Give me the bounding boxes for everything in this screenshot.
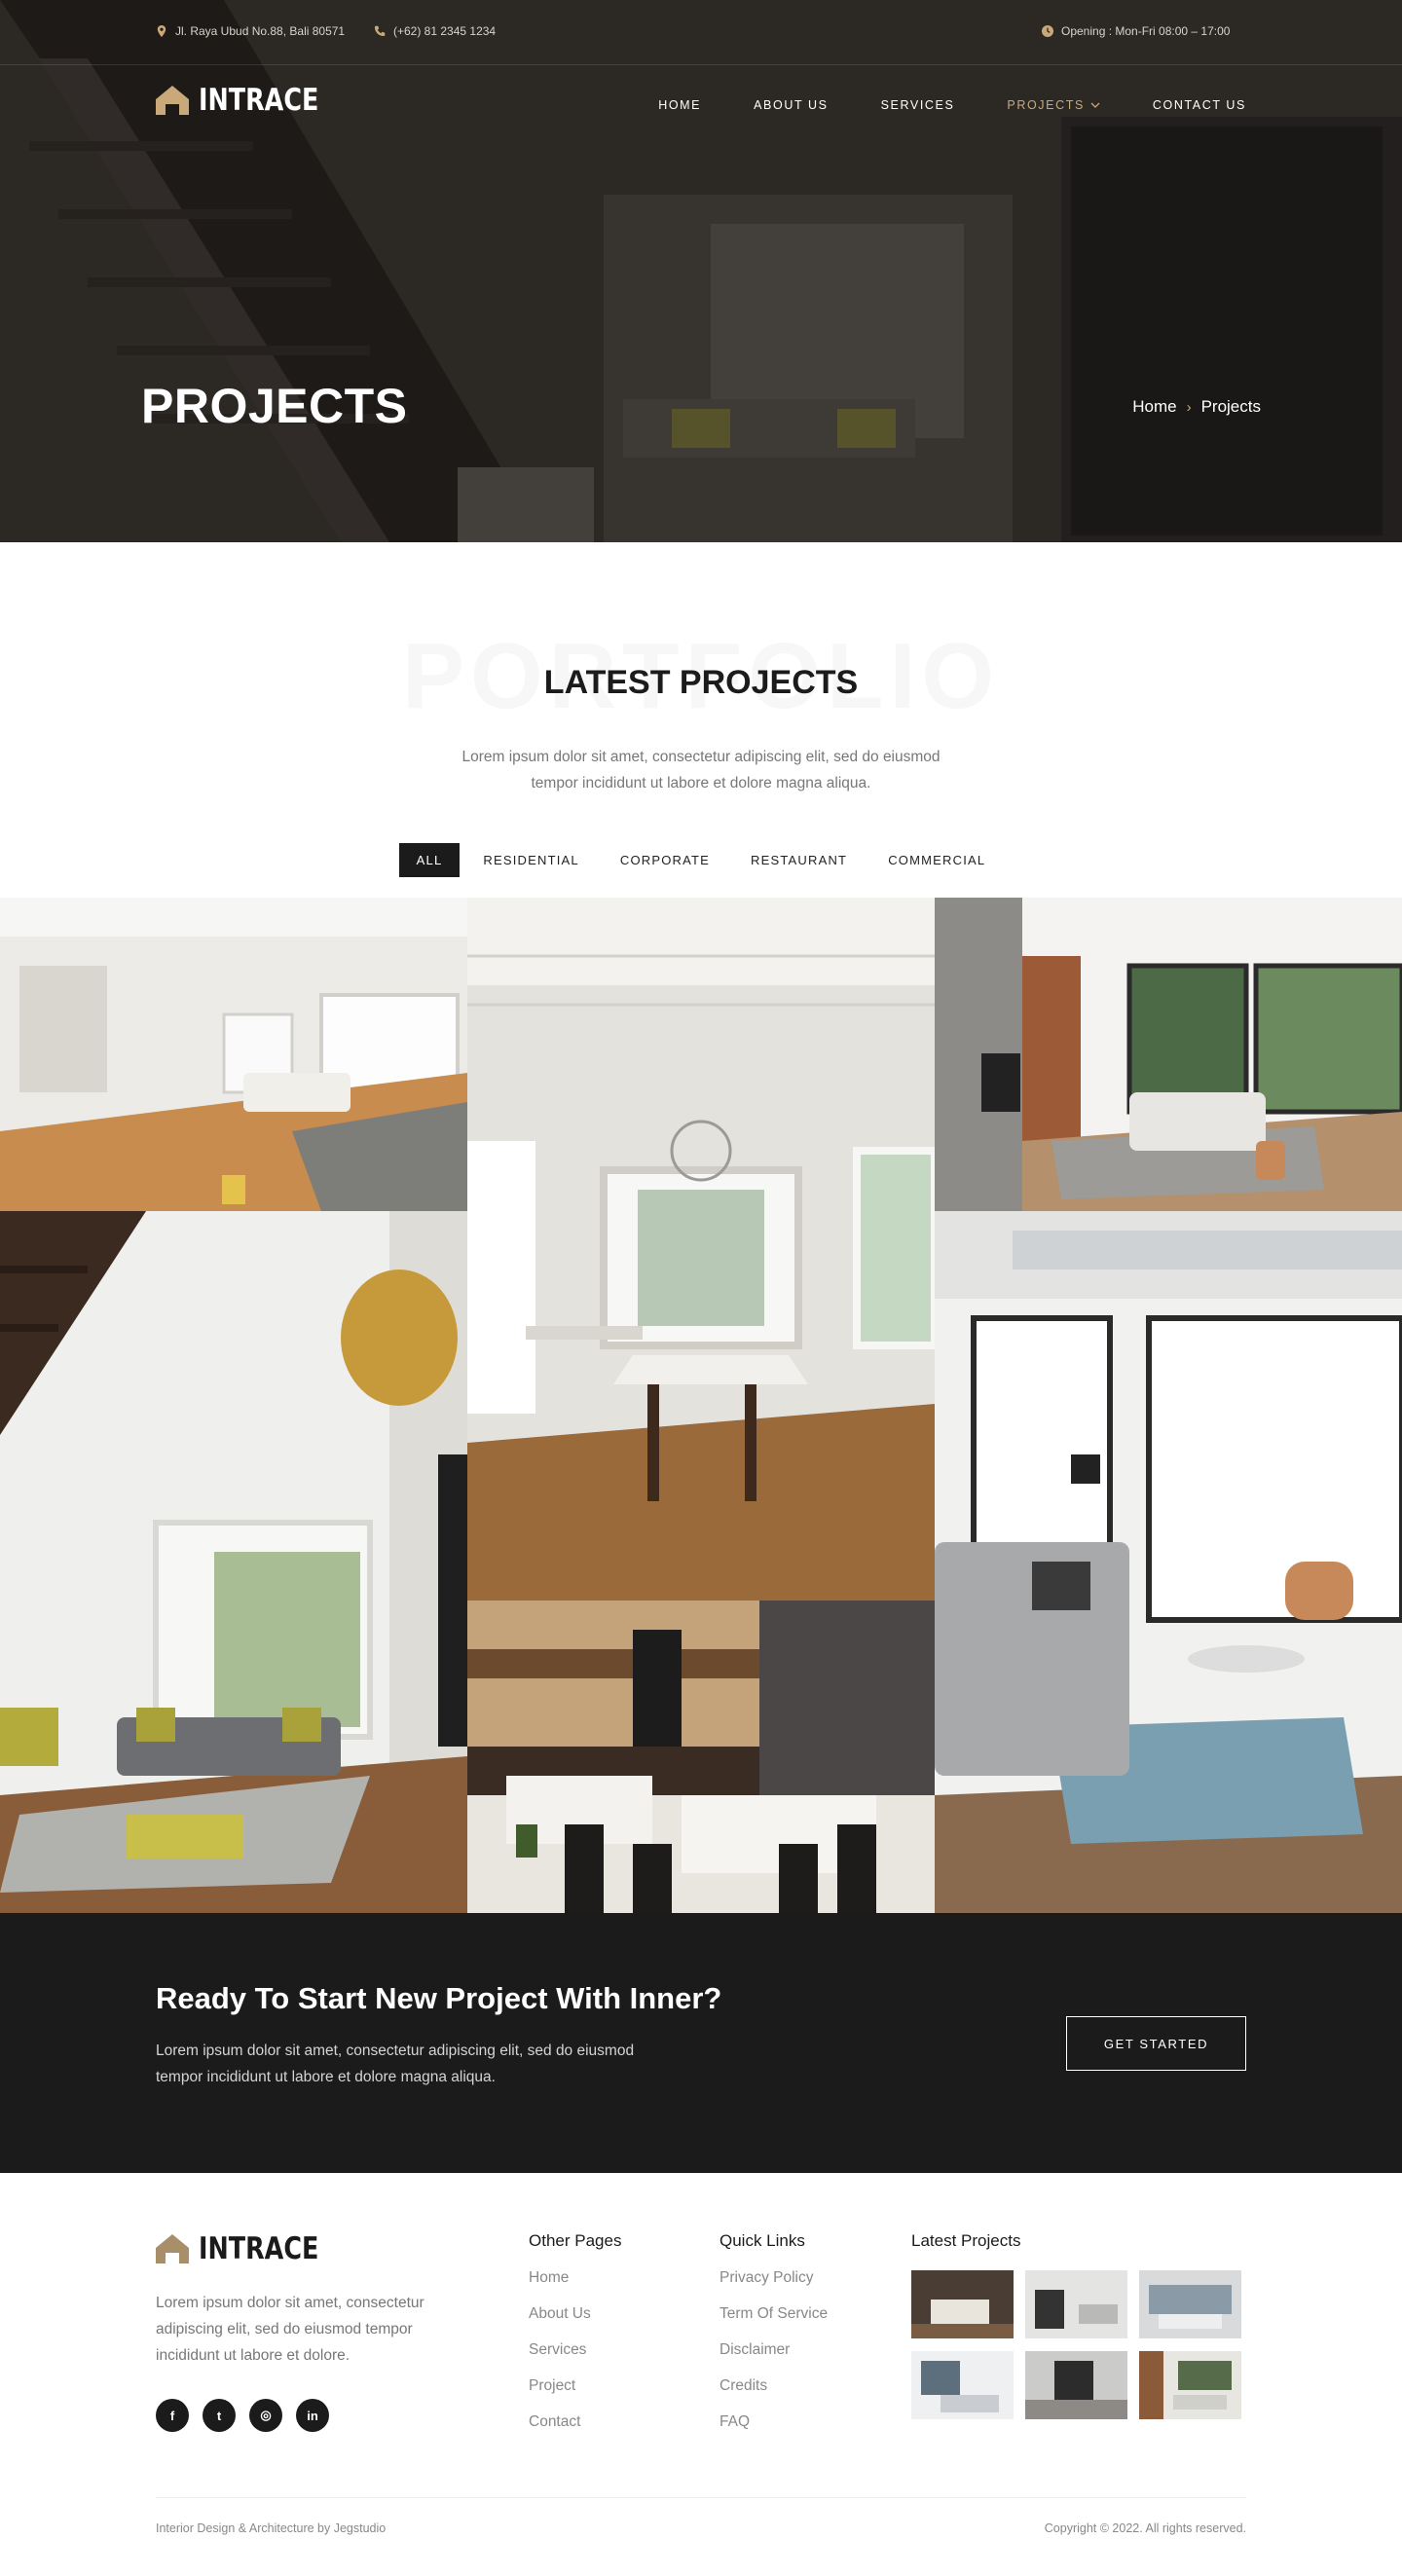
footer-about-text: Lorem ipsum dolor sit amet, consectetur … <box>156 2295 424 2364</box>
footer-quick-links-title: Quick Links <box>719 2231 805 2250</box>
project-tile-3[interactable] <box>935 898 1402 1211</box>
chevron-right-icon: › <box>1186 398 1192 416</box>
footer-other-pages-title: Other Pages <box>529 2231 622 2250</box>
project-image <box>935 898 1402 1211</box>
address-text: Jl. Raya Ubud No.88, Bali 80571 <box>175 24 346 38</box>
footer-project-thumb[interactable] <box>1139 2351 1241 2419</box>
nav-item-contact-us[interactable]: CONTACT US <box>1153 98 1246 112</box>
phone-icon <box>374 25 386 36</box>
breadcrumb-home-link[interactable]: Home <box>1132 397 1176 417</box>
breadcrumb-current: Projects <box>1200 397 1261 416</box>
footer-project-thumb[interactable] <box>1025 2351 1127 2419</box>
footer-quick-links: Quick Links Privacy Policy Term Of Servi… <box>719 2231 828 2448</box>
footer-copyright: Copyright © 2022. All rights reserved. <box>1044 2521 1246 2535</box>
project-image <box>467 1601 935 1913</box>
footer-credit: Interior Design & Architecture by Jegstu… <box>156 2521 387 2535</box>
cta-text: Lorem ipsum dolor sit amet, consectetur … <box>156 2042 635 2085</box>
footer-project-thumb[interactable] <box>1025 2270 1127 2338</box>
project-image <box>467 898 935 1601</box>
phone-text[interactable]: (+62) 81 2345 1234 <box>393 24 496 38</box>
footer-project-thumb[interactable] <box>911 2351 1014 2419</box>
filter-residential[interactable]: RESIDENTIAL <box>465 843 596 877</box>
nav-item-projects[interactable]: PROJECTS <box>1007 98 1100 112</box>
footer-link-term-of-service[interactable]: Term Of Service <box>719 2304 828 2324</box>
site-logo[interactable]: INTRACE <box>156 83 345 118</box>
nav-item-projects-label: PROJECTS <box>1007 98 1085 112</box>
chevron-down-icon <box>1090 102 1100 108</box>
footer-logo-text: INTRACE <box>199 2231 319 2266</box>
project-gallery <box>0 898 1402 1913</box>
instagram-icon[interactable]: ◎ <box>249 2399 282 2432</box>
nav-item-services[interactable]: SERVICES <box>881 98 955 112</box>
main-nav: HOME ABOUT US SERVICES PROJECTS CONTACT … <box>658 98 1246 112</box>
footer-link-project[interactable]: Project <box>529 2376 621 2396</box>
hero-section: Jl. Raya Ubud No.88, Bali 80571 (+62) 81… <box>0 0 1402 542</box>
opening-hours-info: Opening : Mon-Fri 08:00 – 17:00 <box>1042 24 1230 38</box>
social-links: f t ◎ in <box>156 2399 329 2432</box>
footer-link-disclaimer[interactable]: Disclaimer <box>719 2340 828 2360</box>
footer-project-thumb[interactable] <box>1139 2270 1241 2338</box>
facebook-icon[interactable]: f <box>156 2399 189 2432</box>
footer-link-privacy-policy[interactable]: Privacy Policy <box>719 2268 828 2288</box>
breadcrumb: Home › Projects <box>1132 397 1261 417</box>
project-tile-1[interactable] <box>0 898 467 1211</box>
clock-icon <box>1042 25 1053 37</box>
logo-house-icon <box>156 86 189 115</box>
footer-link-credits[interactable]: Credits <box>719 2376 828 2396</box>
project-filter-bar: ALL RESIDENTIAL CORPORATE RESTAURANT COM… <box>0 843 1402 877</box>
logo-text: INTRACE <box>199 83 319 118</box>
project-tile-4[interactable] <box>0 1211 467 1913</box>
project-image <box>0 898 467 1211</box>
filter-restaurant[interactable]: RESTAURANT <box>733 843 865 877</box>
main-navbar: INTRACE HOME ABOUT US SERVICES PROJECTS … <box>0 65 1402 143</box>
footer-link-about-us[interactable]: About Us <box>529 2304 621 2324</box>
footer-link-home[interactable]: Home <box>529 2268 621 2288</box>
opening-hours-text: Opening : Mon-Fri 08:00 – 17:00 <box>1061 24 1231 38</box>
project-tile-6[interactable] <box>935 1211 1402 1913</box>
cta-section: Ready To Start New Project With Inner? L… <box>0 1913 1402 2173</box>
twitter-icon[interactable]: t <box>203 2399 236 2432</box>
get-started-button[interactable]: GET STARTED <box>1066 2016 1246 2071</box>
top-info-bar: Jl. Raya Ubud No.88, Bali 80571 (+62) 81… <box>0 0 1402 65</box>
address-info: Jl. Raya Ubud No.88, Bali 80571 <box>156 24 345 38</box>
footer-latest-projects-title: Latest Projects <box>911 2231 1021 2250</box>
footer-project-thumbnails <box>911 2270 1241 2419</box>
linkedin-icon[interactable]: in <box>296 2399 329 2432</box>
site-footer: INTRACE Lorem ipsum dolor sit amet, cons… <box>0 2173 1402 2576</box>
page-title: PROJECTS <box>141 379 408 433</box>
map-pin-icon <box>157 25 166 37</box>
footer-project-thumb[interactable] <box>911 2270 1014 2338</box>
filter-all[interactable]: ALL <box>398 843 461 877</box>
project-tile-2[interactable] <box>467 898 935 1601</box>
nav-item-home[interactable]: HOME <box>658 98 701 112</box>
footer-logo[interactable]: INTRACE <box>156 2231 345 2266</box>
project-tile-5[interactable] <box>467 1601 935 1913</box>
footer-divider <box>156 2497 1246 2498</box>
nav-item-about-us[interactable]: ABOUT US <box>754 98 828 112</box>
section-description: Lorem ipsum dolor sit amet, consectetur … <box>461 749 941 791</box>
logo-house-icon <box>156 2234 189 2263</box>
filter-commercial[interactable]: COMMERCIAL <box>870 843 1003 877</box>
filter-corporate[interactable]: CORPORATE <box>603 843 727 877</box>
footer-link-services[interactable]: Services <box>529 2340 621 2360</box>
phone-info[interactable]: (+62) 81 2345 1234 <box>374 24 496 38</box>
footer-link-faq[interactable]: FAQ <box>719 2412 828 2432</box>
cta-title: Ready To Start New Project With Inner? <box>156 1981 722 2015</box>
section-title: LATEST PROJECTS <box>543 664 859 701</box>
footer-other-pages: Other Pages Home About Us Services Proje… <box>529 2231 621 2448</box>
footer-latest-projects: Latest Projects <box>911 2231 1241 2419</box>
footer-link-contact[interactable]: Contact <box>529 2412 621 2432</box>
project-image <box>0 1211 467 1913</box>
project-image <box>935 1211 1402 1913</box>
